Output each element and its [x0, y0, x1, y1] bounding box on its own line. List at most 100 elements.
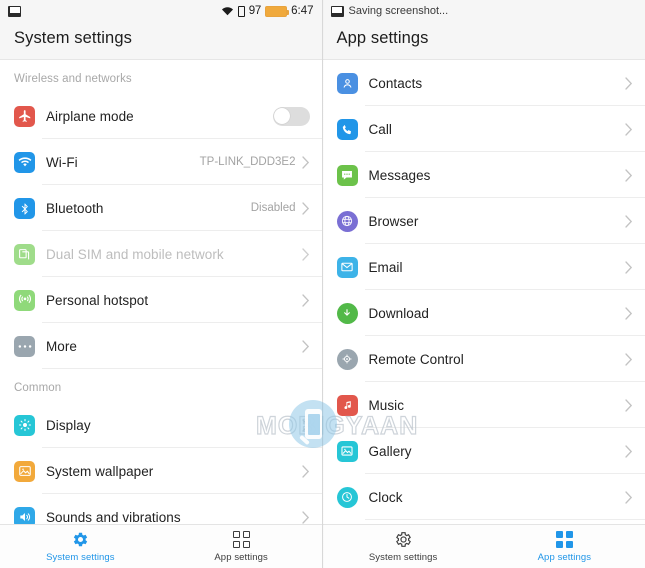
row-browser[interactable]: Browser: [323, 198, 645, 244]
contacts-icon: [336, 72, 358, 94]
chevron-right-icon: [625, 398, 633, 412]
chevron-right-icon: [625, 214, 633, 228]
chevron-right-icon: [301, 339, 310, 353]
more-dots-icon: [14, 335, 35, 357]
saving-screenshot-notification: Saving screenshot...: [348, 5, 449, 17]
chevron-right-icon: [301, 293, 310, 307]
row-label: Clock: [368, 489, 403, 505]
row-label: Browser: [368, 213, 419, 229]
section-label-common: Common: [14, 382, 62, 394]
row-label: Email: [368, 259, 403, 275]
row-label: Airplane mode: [46, 108, 134, 124]
row-email[interactable]: Email: [323, 244, 645, 290]
left-bottom-nav: System settings App settings: [0, 524, 322, 568]
dual-screenshot-container: 97 6:47 System settings Wireless and net…: [0, 0, 645, 568]
row-label: Display: [46, 417, 91, 433]
sim-card-icon: [237, 5, 245, 17]
grid-outline-icon: [232, 530, 250, 549]
bluetooth-state-value: Disabled: [250, 202, 296, 214]
chevron-right-icon: [625, 168, 633, 182]
airplane-mode-toggle[interactable]: [272, 106, 310, 126]
row-personal-hotspot[interactable]: Personal hotspot: [0, 277, 322, 323]
picture-icon: [8, 5, 21, 17]
row-label: Remote Control: [368, 351, 464, 367]
left-panel-system-settings: 97 6:47 System settings Wireless and net…: [0, 0, 323, 568]
row-clock[interactable]: Clock: [323, 474, 645, 520]
row-label: Call: [368, 121, 392, 137]
chevron-right-icon: [301, 201, 310, 215]
clock-icon: [336, 486, 358, 508]
chevron-right-icon: [625, 76, 633, 90]
wifi-icon: [221, 6, 234, 16]
nav-label: App settings: [537, 552, 592, 563]
chevron-right-icon: [301, 155, 310, 169]
status-time: 6:47: [291, 5, 314, 17]
right-header: App settings: [322, 22, 645, 60]
sim-cards-icon: [14, 243, 35, 265]
row-remote-control[interactable]: Remote Control: [323, 336, 645, 382]
nav-label: System settings: [46, 552, 115, 563]
gallery-icon: [336, 440, 358, 462]
right-panel-app-settings: Saving screenshot... App settings Contac…: [322, 0, 645, 568]
row-more[interactable]: More: [0, 323, 322, 369]
row-label: Music: [368, 397, 405, 413]
row-label: System wallpaper: [46, 463, 154, 479]
left-status-bar: 97 6:47: [0, 0, 322, 22]
row-music[interactable]: Music: [323, 382, 645, 428]
wifi-network-value: TP-LINK_DDD3E2: [199, 156, 296, 168]
nav-app-settings[interactable]: App settings: [484, 525, 645, 568]
row-label: Dual SIM and mobile network: [46, 246, 224, 262]
row-download[interactable]: Download: [323, 290, 645, 336]
page-title: App settings: [336, 29, 429, 47]
section-label-wireless: Wireless and networks: [14, 73, 132, 85]
app-settings-list: Contacts Call Messages Browser Email Dow…: [323, 60, 645, 520]
gear-outline-icon: [394, 530, 413, 549]
row-label: Download: [368, 305, 429, 321]
row-contacts[interactable]: Contacts: [323, 60, 645, 106]
nav-system-settings[interactable]: System settings: [323, 525, 484, 568]
row-call[interactable]: Call: [323, 106, 645, 152]
row-label: Personal hotspot: [46, 292, 149, 308]
battery-percent: 97: [248, 5, 262, 17]
row-messages[interactable]: Messages: [323, 152, 645, 198]
message-bubble-icon: [336, 164, 358, 186]
chevron-right-icon: [625, 306, 633, 320]
nav-label: App settings: [214, 552, 268, 563]
row-dual-sim[interactable]: Dual SIM and mobile network: [0, 231, 322, 277]
nav-system-settings[interactable]: System settings: [0, 525, 161, 568]
remote-control-icon: [336, 348, 358, 370]
download-arrow-icon: [336, 302, 358, 324]
panel-divider: [322, 0, 324, 568]
wallpaper-icon: [14, 460, 35, 482]
row-system-wallpaper[interactable]: System wallpaper: [0, 448, 322, 494]
page-title: System settings: [14, 29, 132, 47]
phone-icon: [336, 118, 358, 140]
row-label: More: [46, 338, 77, 354]
row-label: Sounds and vibrations: [46, 509, 181, 525]
picture-icon: [330, 5, 344, 17]
bluetooth-icon: [14, 197, 35, 219]
row-label: Wi-Fi: [46, 154, 78, 170]
wifi-icon: [14, 151, 35, 173]
chevron-right-icon: [625, 122, 633, 136]
chevron-right-icon: [301, 418, 310, 432]
right-bottom-nav: System settings App settings: [322, 524, 645, 568]
row-label: Contacts: [368, 75, 423, 91]
right-status-bar: Saving screenshot...: [322, 0, 645, 22]
nav-label: System settings: [368, 552, 438, 563]
left-header: System settings: [0, 22, 322, 60]
row-bluetooth[interactable]: Bluetooth Disabled: [0, 185, 322, 231]
row-airplane-mode[interactable]: Airplane mode: [0, 93, 322, 139]
globe-icon: [336, 210, 358, 232]
row-gallery[interactable]: Gallery: [323, 428, 645, 474]
row-label: Messages: [368, 167, 431, 183]
music-note-icon: [336, 394, 358, 416]
airplane-icon: [14, 105, 35, 127]
chevron-right-icon: [301, 510, 310, 524]
row-display[interactable]: Display: [0, 402, 322, 448]
grid-filled-icon: [555, 530, 573, 549]
chevron-right-icon: [625, 260, 633, 274]
row-wifi[interactable]: Wi-Fi TP-LINK_DDD3E2: [0, 139, 322, 185]
chevron-right-icon: [625, 490, 633, 504]
nav-app-settings[interactable]: App settings: [161, 525, 322, 568]
